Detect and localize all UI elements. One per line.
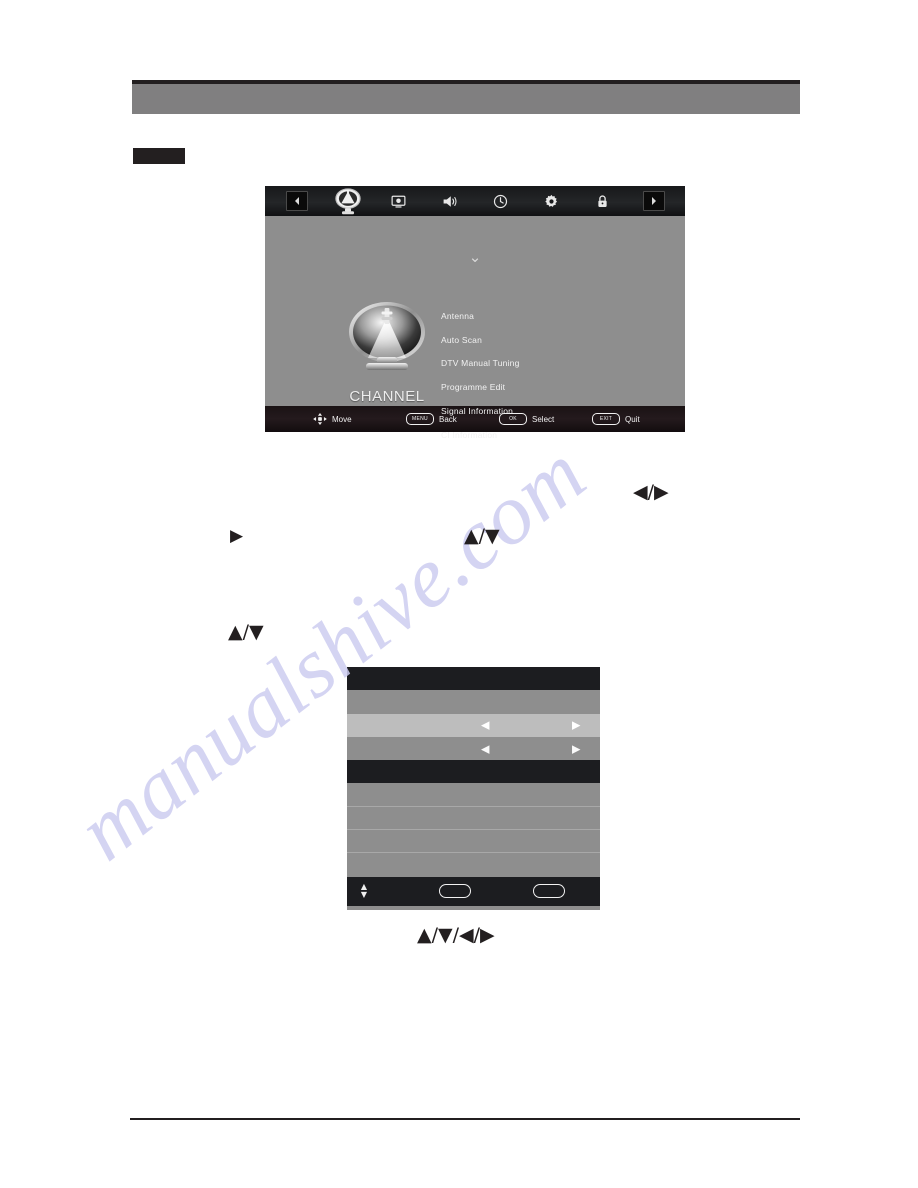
down-arrow-icon: ▼	[360, 890, 368, 900]
satellite-dish-icon	[349, 302, 425, 370]
settings-row[interactable]: ◀ ▶	[347, 736, 600, 761]
settings-row-selected[interactable]: ◀ ▶	[347, 713, 600, 737]
page-footer-rule	[130, 1118, 800, 1120]
decrease-arrow-icon[interactable]: ◀	[481, 720, 489, 731]
time-icon[interactable]	[490, 190, 512, 212]
menu-item-signal-information[interactable]: Signal Information	[441, 400, 661, 424]
settings-footer-button-1[interactable]	[439, 884, 471, 899]
dpad-icon	[313, 413, 327, 425]
decrease-arrow-icon[interactable]: ◀	[481, 743, 489, 754]
footer-move: Move	[313, 413, 406, 425]
next-arrow-icon[interactable]	[642, 191, 665, 211]
sound-icon[interactable]	[439, 190, 461, 212]
prev-arrow-icon[interactable]	[285, 191, 308, 211]
annotation-four-way-arrows: ▲/▼/◀/▶	[417, 924, 495, 946]
chevron-down-icon: ⌄	[468, 248, 482, 266]
settings-row[interactable]	[347, 690, 600, 714]
footer-move-label: Move	[332, 414, 352, 424]
menu-item-programme-edit[interactable]: Programme Edit	[441, 376, 661, 400]
settings-row[interactable]	[347, 806, 600, 831]
menu-keycap[interactable]: MENU	[406, 413, 434, 425]
channel-panel-logo: CHANNEL	[327, 300, 447, 405]
gear-icon[interactable]	[541, 190, 563, 212]
increase-arrow-icon[interactable]: ▶	[572, 743, 580, 754]
settings-row-section	[347, 760, 600, 784]
menu-item-ci-information[interactable]: CI Information	[441, 424, 661, 448]
picture-icon[interactable]	[388, 190, 410, 212]
menu-item-antenna[interactable]: Antenna	[441, 305, 661, 329]
annotation-up-down-arrows-1: ▲/▼	[464, 525, 500, 547]
osd-settings-list-screenshot: ◀ ▶ ◀ ▶ ▲ ▼	[347, 667, 600, 910]
annotation-up-down-arrows-2: ▲/▼	[228, 621, 264, 643]
annotation-right-arrow: ▶	[230, 526, 244, 546]
annotation-left-right-arrows: ◀/▶	[633, 481, 669, 503]
settings-row[interactable]	[347, 853, 600, 877]
osd-channel-menu-screenshot: ⌄ CHANNEL Antenna Auto Scan DTV Manual T…	[265, 186, 685, 452]
menu-item-auto-scan[interactable]: Auto Scan	[441, 329, 661, 353]
increase-arrow-icon[interactable]: ▶	[572, 720, 580, 731]
page-header-bar	[132, 80, 800, 114]
osd-menu-list: Antenna Auto Scan DTV Manual Tuning Prog…	[441, 305, 661, 447]
section-heading-redaction	[133, 148, 185, 164]
settings-footer-bar: ▲ ▼	[347, 876, 600, 906]
channel-icon[interactable]	[332, 185, 364, 217]
lock-icon[interactable]	[592, 190, 614, 212]
settings-row-title	[347, 667, 600, 691]
up-down-arrows-icon[interactable]: ▲ ▼	[355, 883, 373, 899]
page-watermark: manualshive.com	[0, 0, 918, 1188]
menu-item-dtv-manual-tuning[interactable]: DTV Manual Tuning	[441, 352, 661, 376]
settings-footer-button-2[interactable]	[533, 884, 565, 899]
settings-row[interactable]	[347, 830, 600, 854]
osd-body: ⌄ CHANNEL Antenna Auto Scan DTV Manual T…	[265, 216, 685, 440]
settings-row[interactable]	[347, 783, 600, 807]
channel-panel-label: CHANNEL	[349, 388, 425, 405]
osd-icon-bar	[265, 186, 685, 216]
